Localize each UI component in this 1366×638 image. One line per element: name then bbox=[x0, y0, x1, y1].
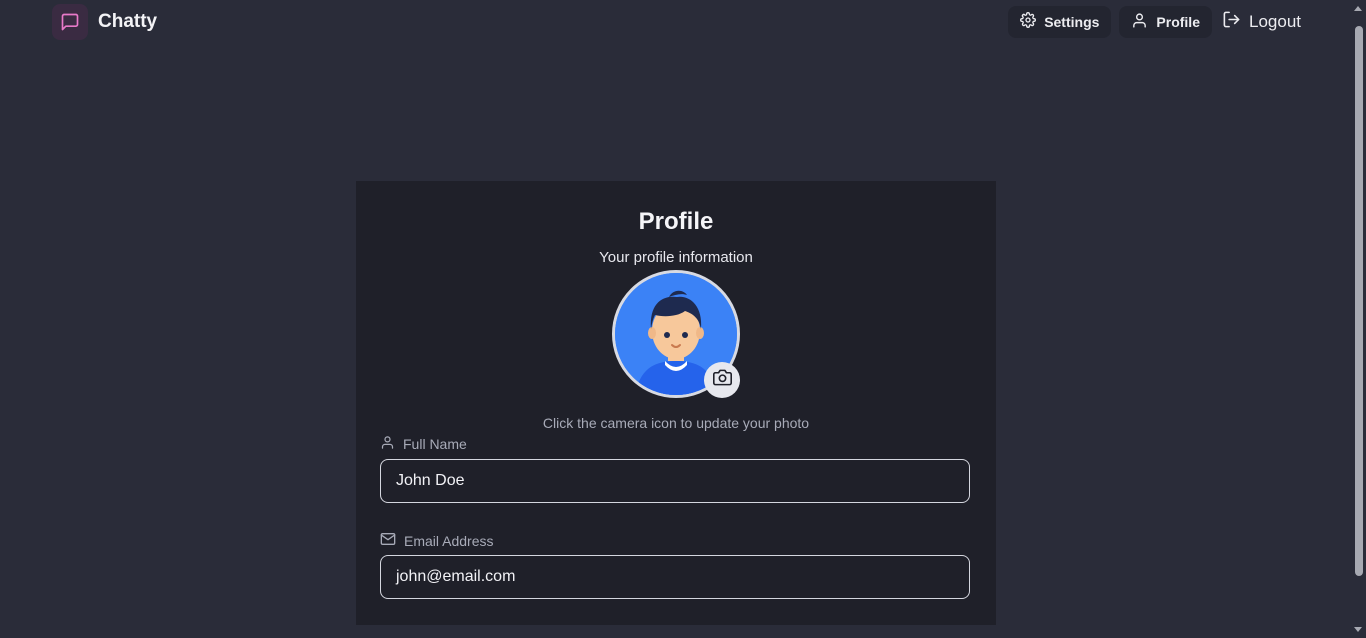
full-name-label-text: Full Name bbox=[403, 436, 467, 452]
profile-card: Profile Your profile information Click t… bbox=[356, 181, 996, 625]
profile-button[interactable]: Profile bbox=[1119, 5, 1212, 38]
profile-label: Profile bbox=[1156, 13, 1200, 30]
top-navbar: Chatty Settings Profile Logout bbox=[0, 0, 1351, 43]
gear-icon bbox=[1020, 12, 1037, 31]
message-square-icon bbox=[52, 3, 88, 40]
brand-name: Chatty bbox=[98, 10, 158, 32]
camera-hint: Click the camera icon to update your pho… bbox=[542, 415, 810, 431]
scroll-thumb[interactable] bbox=[1355, 26, 1363, 576]
logout-icon bbox=[1222, 10, 1241, 34]
camera-button[interactable] bbox=[704, 362, 740, 398]
page-scrollbar[interactable] bbox=[1351, 0, 1366, 638]
settings-button[interactable]: Settings bbox=[1008, 5, 1112, 38]
nav-links: Settings Profile Logout bbox=[1008, 5, 1311, 38]
settings-label: Settings bbox=[1044, 13, 1100, 30]
scroll-down-arrow[interactable] bbox=[1354, 627, 1362, 632]
user-icon bbox=[1131, 12, 1148, 32]
page-subtitle: Your profile information bbox=[599, 249, 753, 266]
email-label: Email Address bbox=[380, 531, 493, 550]
user-icon bbox=[380, 435, 395, 453]
mail-icon bbox=[380, 531, 396, 550]
full-name-field[interactable]: John Doe bbox=[380, 459, 970, 503]
scroll-up-arrow[interactable] bbox=[1354, 6, 1362, 11]
email-label-text: Email Address bbox=[404, 532, 494, 549]
full-name-value: John Doe bbox=[396, 472, 465, 489]
full-name-label: Full Name bbox=[380, 435, 467, 453]
avatar-section bbox=[612, 270, 740, 398]
logout-button[interactable]: Logout bbox=[1220, 6, 1311, 38]
brand-link[interactable]: Chatty bbox=[52, 3, 158, 40]
email-field[interactable]: john@email.com bbox=[380, 555, 970, 599]
logout-label: Logout bbox=[1249, 11, 1301, 31]
camera-icon bbox=[712, 368, 732, 392]
email-value: john@email.com bbox=[396, 568, 516, 585]
page-title: Profile bbox=[638, 208, 714, 235]
